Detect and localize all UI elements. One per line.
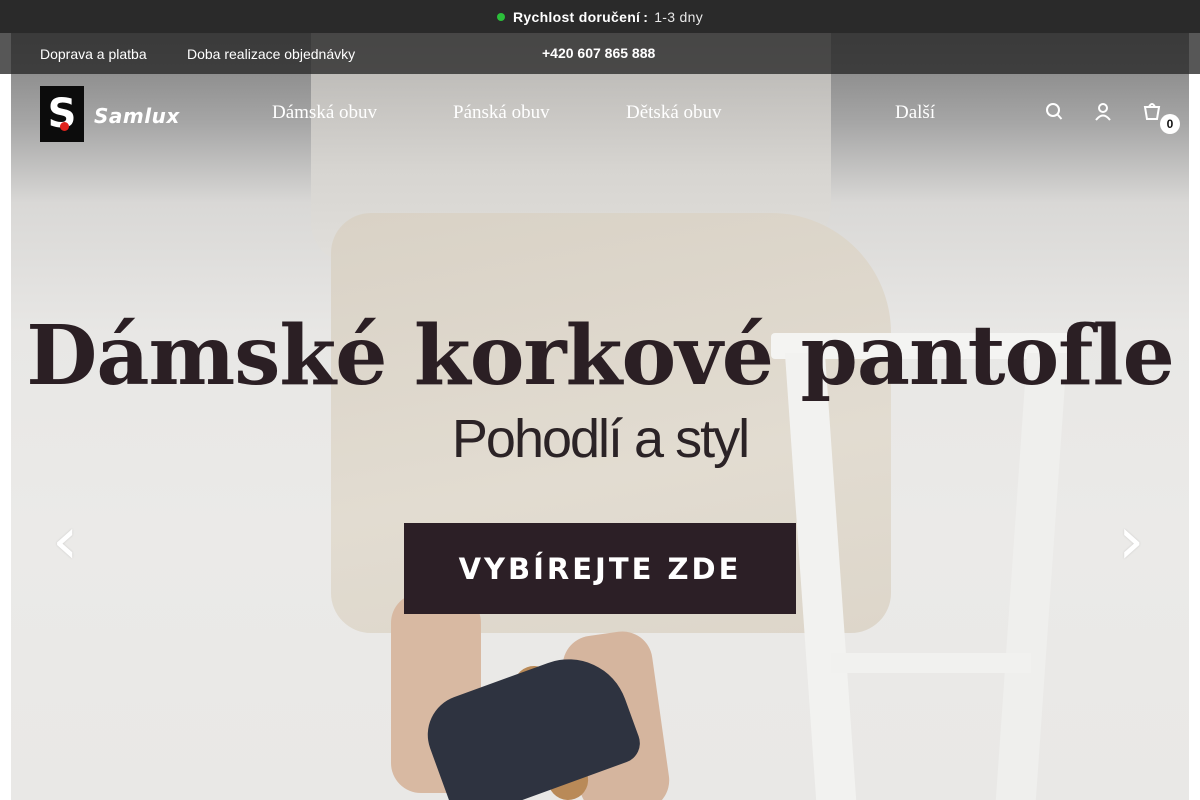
nav-item-label: Pánská obuv (453, 102, 550, 123)
phone-contact[interactable]: +420 607 865 888 (536, 45, 655, 61)
order-processing-link[interactable]: Doba realizace objednávky (187, 46, 355, 62)
nav-item-label: Dámská obuv (272, 102, 378, 123)
delivery-label: Rychlost doručení (513, 8, 641, 25)
hero-cta-button[interactable]: VYBÍREJTE ZDE (404, 523, 796, 614)
nav-item-detska-obuv[interactable]: Dětská obuv (626, 102, 732, 124)
hero-subtitle: Pohodlí a styl (451, 409, 750, 469)
delivery-colon: : (643, 8, 649, 25)
nav-item-panska-obuv[interactable]: Pánská obuv (453, 102, 560, 124)
brand-name[interactable]: Samlux (94, 104, 180, 128)
shipping-payment-link[interactable]: Doprava a platba (40, 46, 147, 62)
brand-logo[interactable]: S (40, 86, 84, 142)
user-icon[interactable] (1094, 100, 1114, 124)
phone-number: +420 607 865 888 (542, 45, 656, 61)
delivery-value: 1-3 dny (654, 8, 703, 25)
cart-count-badge: 0 (1160, 114, 1180, 134)
hero-stool-bar (831, 653, 1031, 673)
logo-dot-icon (60, 122, 69, 131)
carousel-next-icon[interactable]: › (1118, 508, 1144, 574)
carousel-prev-icon[interactable]: ‹ (52, 508, 78, 574)
status-dot-icon (497, 12, 505, 21)
nav-item-damska-obuv[interactable]: Dámská obuv (272, 102, 387, 124)
announcement-bar: Rychlost doručení : 1-3 dny (0, 0, 1200, 33)
hero-cta-label: VYBÍREJTE ZDE (458, 551, 742, 586)
hero-title: Dámské korkové pantofle (26, 308, 1175, 404)
nav-item-label: Dětská obuv (626, 102, 722, 123)
search-icon[interactable] (1045, 100, 1065, 124)
nav-item-more[interactable]: Další (895, 102, 935, 124)
nav-item-label: Další (895, 102, 936, 123)
secondary-nav: Doprava a platba Doba realizace objednáv… (0, 33, 1200, 74)
